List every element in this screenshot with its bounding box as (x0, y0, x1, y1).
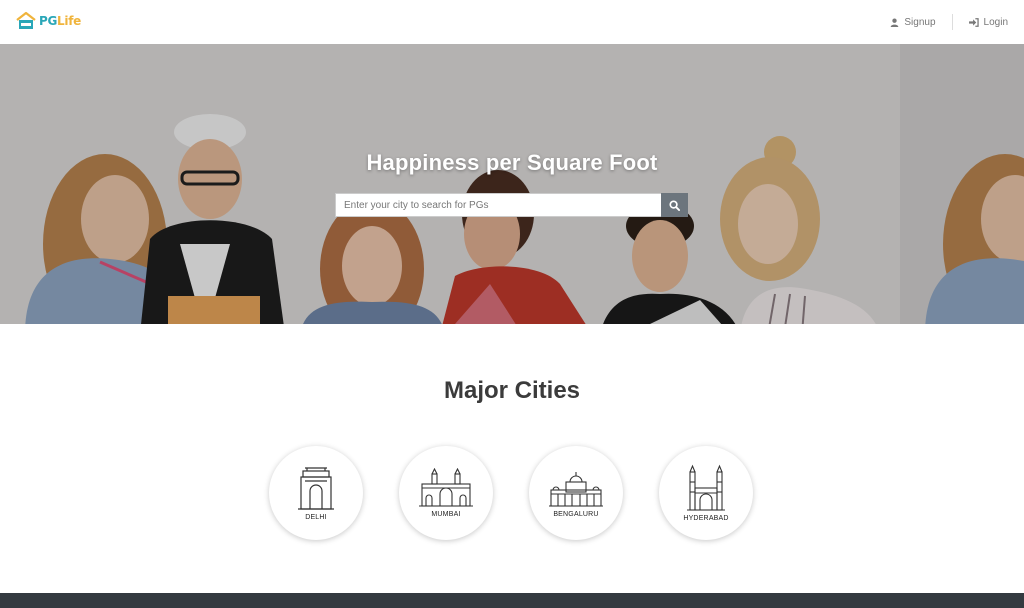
charminar-icon (687, 464, 725, 511)
city-search-bar (335, 193, 688, 217)
vidhana-soudha-icon (549, 472, 603, 507)
footer (0, 593, 1024, 608)
search-icon (669, 199, 680, 211)
nav-links: Signup Login (890, 14, 1008, 30)
user-icon (891, 18, 899, 27)
gateway-of-india-icon (419, 468, 473, 507)
login-link[interactable]: Login (968, 16, 1008, 28)
signup-label: Signup (904, 16, 936, 28)
city-card-bengaluru[interactable]: BENGALURU (529, 446, 623, 540)
hero-overlay (0, 44, 1024, 324)
city-label-delhi: DELHI (305, 514, 327, 521)
logo[interactable]: PGLife (15, 11, 81, 31)
sign-in-icon (968, 17, 979, 27)
signup-link[interactable]: Signup (890, 16, 936, 28)
brand-name: PGLife (39, 14, 81, 28)
major-cities-title: Major Cities (443, 377, 581, 404)
hero-title: Happiness per Square Foot (366, 150, 658, 175)
city-label-hyderabad: HYDERABAD (683, 515, 729, 522)
india-gate-icon (298, 467, 334, 510)
hero-banner: Happiness per Square Foot (0, 44, 1024, 324)
city-card-hyderabad[interactable]: HYDERABAD (659, 446, 753, 540)
city-card-delhi[interactable]: DELHI (269, 446, 363, 540)
city-list: DELHI MUMBAI BENGALURU HYDERABAD (269, 446, 753, 540)
search-button[interactable] (661, 193, 688, 217)
login-label: Login (983, 16, 1008, 28)
city-label-mumbai: MUMBAI (431, 511, 461, 518)
city-search-input[interactable] (335, 193, 661, 217)
house-logo-icon (16, 11, 36, 29)
city-label-bengaluru: BENGALURU (553, 511, 599, 518)
navbar: PGLife Signup Login (0, 0, 1024, 45)
city-card-mumbai[interactable]: MUMBAI (399, 446, 493, 540)
nav-divider (951, 14, 953, 30)
